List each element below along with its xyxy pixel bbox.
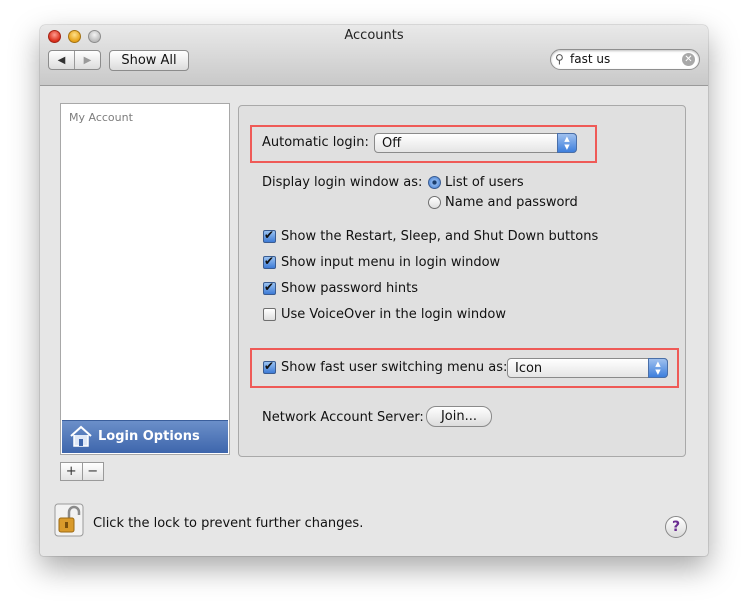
search-field[interactable]: ⚲ fast us ✕: [550, 49, 700, 70]
sidebar-item-login-options[interactable]: Login Options: [62, 420, 228, 453]
display-login-window-label: Display login window as:: [262, 175, 423, 190]
radio-name-and-password[interactable]: [428, 196, 441, 209]
remove-user-button[interactable]: −: [83, 463, 104, 480]
fast-user-switching-value: Icon: [515, 361, 543, 376]
checkbox-password-hints-label: Show password hints: [281, 281, 419, 296]
checkbox-restart-sleep-shutdown[interactable]: [263, 228, 276, 243]
search-icon: ⚲: [555, 52, 564, 66]
login-options-pane: Automatic login: Off ▲ ▼ Display login wi…: [238, 105, 686, 457]
checkbox-voiceover-label: Use VoiceOver in the login window: [281, 307, 506, 322]
network-account-server-label: Network Account Server:: [262, 410, 424, 425]
accounts-window: Accounts ◀ ▶ Show All ⚲ fast us ✕ My Acc…: [40, 25, 708, 556]
checkbox-restart-sleep-shutdown-label: Show the Restart, Sleep, and Shut Down b…: [281, 229, 599, 244]
fast-user-switching-label: Show fast user switching menu as:: [281, 360, 508, 375]
add-user-button[interactable]: +: [61, 463, 83, 480]
forward-icon[interactable]: ▶: [75, 51, 100, 69]
radio-list-of-users[interactable]: [428, 176, 441, 189]
fast-user-switching-popup[interactable]: Icon ▲ ▼: [507, 358, 668, 378]
user-list: My Account Login Options: [60, 103, 230, 455]
popup-arrows-icon: ▲ ▼: [557, 133, 577, 153]
add-remove-control: + −: [60, 462, 104, 481]
automatic-login-value: Off: [382, 136, 402, 151]
house-icon: [70, 425, 92, 447]
checkbox-password-hints[interactable]: [263, 280, 276, 295]
automatic-login-label: Automatic login:: [262, 135, 369, 150]
sidebar-item-label: Login Options: [98, 429, 200, 444]
lock-icon[interactable]: [54, 503, 84, 537]
clear-search-icon[interactable]: ✕: [682, 53, 695, 66]
checkbox-voiceover[interactable]: [263, 308, 276, 321]
help-button[interactable]: ?: [665, 516, 687, 538]
lock-message: Click the lock to prevent further change…: [93, 516, 364, 531]
automatic-login-popup[interactable]: Off ▲ ▼: [374, 133, 577, 153]
radio-name-and-password-label: Name and password: [445, 195, 578, 210]
title-bar: Accounts ◀ ▶ Show All ⚲ fast us ✕: [40, 25, 708, 86]
back-forward-control: ◀ ▶: [48, 50, 101, 70]
popup-arrows-icon: ▲ ▼: [648, 358, 668, 378]
radio-list-of-users-label: List of users: [445, 175, 524, 190]
window-title: Accounts: [344, 28, 404, 43]
show-all-button[interactable]: Show All: [109, 50, 189, 71]
checkbox-fast-user-switching[interactable]: [263, 359, 276, 374]
checkbox-input-menu[interactable]: [263, 254, 276, 269]
checkbox-input-menu-label: Show input menu in login window: [281, 255, 501, 270]
join-button[interactable]: Join...: [426, 406, 492, 427]
search-input[interactable]: fast us: [570, 52, 610, 66]
my-account-header: My Account: [69, 111, 133, 124]
back-icon[interactable]: ◀: [49, 51, 75, 69]
